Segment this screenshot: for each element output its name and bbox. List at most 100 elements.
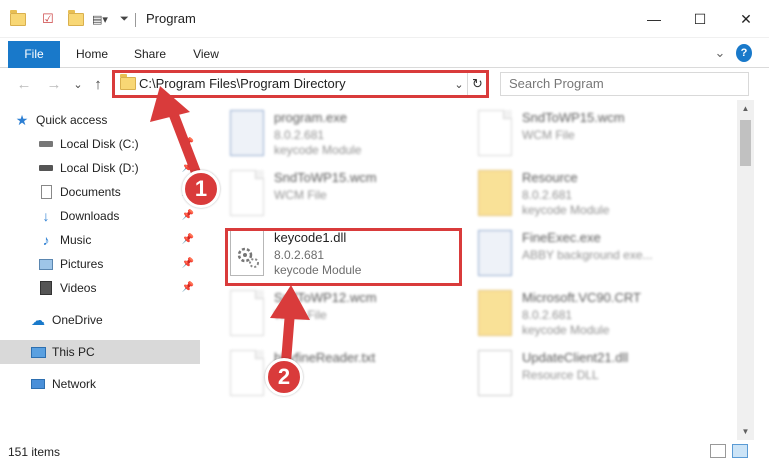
- maximize-button[interactable]: ☐: [677, 0, 723, 38]
- videos-icon: [38, 280, 54, 296]
- status-bar: 151 items: [0, 440, 769, 475]
- title-separator: [135, 13, 136, 27]
- scroll-up-icon[interactable]: ▲: [737, 100, 754, 117]
- sidebar-item-quick-access[interactable]: ★ Quick access: [14, 108, 200, 132]
- sidebar-item-label: Documents: [60, 185, 121, 199]
- onedrive-icon: ☁: [31, 311, 45, 328]
- sidebar-item-label: Local Disk (D:): [60, 161, 139, 175]
- file-version: 8.0.2.681: [274, 128, 325, 142]
- sidebar-item-pictures[interactable]: Pictures 📌: [38, 252, 200, 276]
- file-description: ABBY background exe...: [522, 248, 653, 262]
- ribbon-tabs: File Home Share View ⌄ ?: [0, 38, 769, 68]
- sidebar-item-local-disk-d[interactable]: Local Disk (D:) 📌: [38, 156, 200, 180]
- drive-icon: [38, 160, 54, 176]
- vertical-scrollbar[interactable]: ▲ ▼: [737, 100, 754, 440]
- address-dropdown-icon[interactable]: ⌄: [451, 73, 467, 95]
- folder-icon: [478, 290, 512, 336]
- scroll-thumb[interactable]: [740, 120, 751, 166]
- file-type: WCM File: [274, 308, 327, 322]
- sidebar-item-downloads[interactable]: ↓ Downloads 📌: [38, 204, 200, 228]
- sidebar-item-label: Downloads: [60, 209, 120, 223]
- pin-icon: 📌: [181, 258, 194, 269]
- close-button[interactable]: ✕: [723, 0, 769, 38]
- pin-icon: 📌: [181, 138, 194, 149]
- step-1-badge: 1: [182, 170, 220, 208]
- file-item[interactable]: Resource 8.0.2.681 keycode Module: [472, 166, 722, 224]
- details-view-icon[interactable]: [710, 444, 726, 458]
- folder-icon: [478, 170, 512, 216]
- text-file-icon: [230, 350, 264, 396]
- step-2-badge: 2: [265, 358, 303, 396]
- properties-icon[interactable]: ☑: [42, 0, 54, 38]
- file-type: WCM File: [522, 128, 575, 142]
- file-item[interactable]: bbyfineReader.txt ule: [224, 346, 474, 404]
- address-path[interactable]: C:\Program Files\Program Directory: [139, 73, 346, 95]
- scroll-down-icon[interactable]: ▼: [737, 423, 754, 440]
- collapse-ribbon-icon[interactable]: ⌄: [712, 44, 728, 62]
- sidebar-item-label: Videos: [60, 281, 97, 295]
- search-placeholder[interactable]: Search Program: [509, 73, 604, 95]
- window-title: Program: [146, 11, 196, 26]
- minimize-button[interactable]: —: [631, 0, 677, 38]
- file-description: keycode Module: [522, 323, 610, 337]
- up-button[interactable]: ↑: [88, 74, 108, 94]
- navigation-pane: ★ Quick access Local Disk (C:) 📌 Local D…: [0, 100, 200, 440]
- file-item-keycode1-dll[interactable]: keycode1.dll 8.0.2.681 keycode Module: [224, 226, 474, 284]
- file-name: UpdateClient21.dll: [522, 350, 629, 365]
- file-name: program.exe: [274, 110, 347, 125]
- file-name: SndToWP15.wcm: [274, 170, 377, 185]
- file-description: keycode Module: [522, 203, 610, 217]
- file-item[interactable]: UpdateClient21.dll Resource DLL: [472, 346, 722, 404]
- file-version: 8.0.2.681: [274, 248, 325, 262]
- file-item[interactable]: Microsoft.VC90.CRT 8.0.2.681 keycode Mod…: [472, 286, 722, 344]
- sidebar-item-this-pc[interactable]: This PC: [0, 340, 200, 364]
- file-name: SndToWP15.wcm: [522, 110, 625, 125]
- pin-icon: 📌: [181, 210, 194, 221]
- network-icon: [30, 376, 46, 392]
- recent-locations-button[interactable]: ⌄: [68, 74, 88, 94]
- file-version: 8.0.2.681: [522, 308, 573, 322]
- sidebar-item-onedrive[interactable]: ☁ OneDrive: [30, 308, 200, 332]
- sidebar-item-network[interactable]: Network: [30, 372, 200, 396]
- sidebar-item-label: Local Disk (C:): [60, 137, 139, 151]
- file-item[interactable]: SndToWP12.wcm WCM File: [224, 286, 474, 344]
- refresh-icon[interactable]: ↻: [467, 73, 487, 95]
- pin-icon: 📌: [181, 282, 194, 293]
- dll-file-icon: [230, 230, 264, 276]
- tab-share[interactable]: Share: [128, 41, 172, 68]
- file-version: 8.0.2.681: [522, 188, 573, 202]
- forward-button[interactable]: →: [44, 74, 64, 94]
- sidebar-item-documents[interactable]: Documents 📌: [38, 180, 200, 204]
- file-item[interactable]: SndToWP15.wcm WCM File: [224, 166, 474, 224]
- quick-access-dropdown-icon[interactable]: ⏷: [120, 0, 129, 38]
- file-item[interactable]: program.exe 8.0.2.681 keycode Module: [224, 106, 474, 164]
- large-icons-view-icon[interactable]: [732, 444, 748, 458]
- exe-file-icon: [230, 110, 264, 156]
- tab-home[interactable]: Home: [70, 41, 114, 68]
- customize-toolbar-icon[interactable]: ▤▾: [92, 0, 108, 38]
- sidebar-item-music[interactable]: ♪ Music 📌: [38, 228, 200, 252]
- sidebar-item-label: Quick access: [36, 113, 108, 127]
- sidebar-item-label: This PC: [52, 345, 95, 359]
- search-box[interactable]: Search Program: [500, 72, 749, 96]
- music-icon: ♪: [42, 232, 50, 248]
- help-icon[interactable]: ?: [736, 44, 752, 62]
- tab-file[interactable]: File: [8, 41, 60, 68]
- sidebar-item-label: Music: [60, 233, 92, 247]
- address-bar[interactable]: C:\Program Files\Program Directory ⌄ ↻: [114, 72, 487, 96]
- file-name: SndToWP12.wcm: [274, 290, 377, 305]
- file-name: Resource: [522, 170, 578, 185]
- sidebar-item-label: Pictures: [60, 257, 104, 271]
- back-button[interactable]: ←: [14, 74, 34, 94]
- file-item[interactable]: FineExec.exe ABBY background exe...: [472, 226, 722, 284]
- file-item[interactable]: SndToWP15.wcm WCM File: [472, 106, 722, 164]
- computer-icon: [30, 344, 46, 360]
- sidebar-item-videos[interactable]: Videos 📌: [38, 276, 200, 300]
- file-type: WCM File: [274, 188, 327, 202]
- file-icon: [230, 170, 264, 216]
- sidebar-item-label: OneDrive: [52, 313, 103, 327]
- dll-file-icon: [478, 350, 512, 396]
- tab-view[interactable]: View: [184, 41, 228, 68]
- new-folder-icon[interactable]: [68, 0, 84, 38]
- sidebar-item-local-disk-c[interactable]: Local Disk (C:) 📌: [38, 132, 200, 156]
